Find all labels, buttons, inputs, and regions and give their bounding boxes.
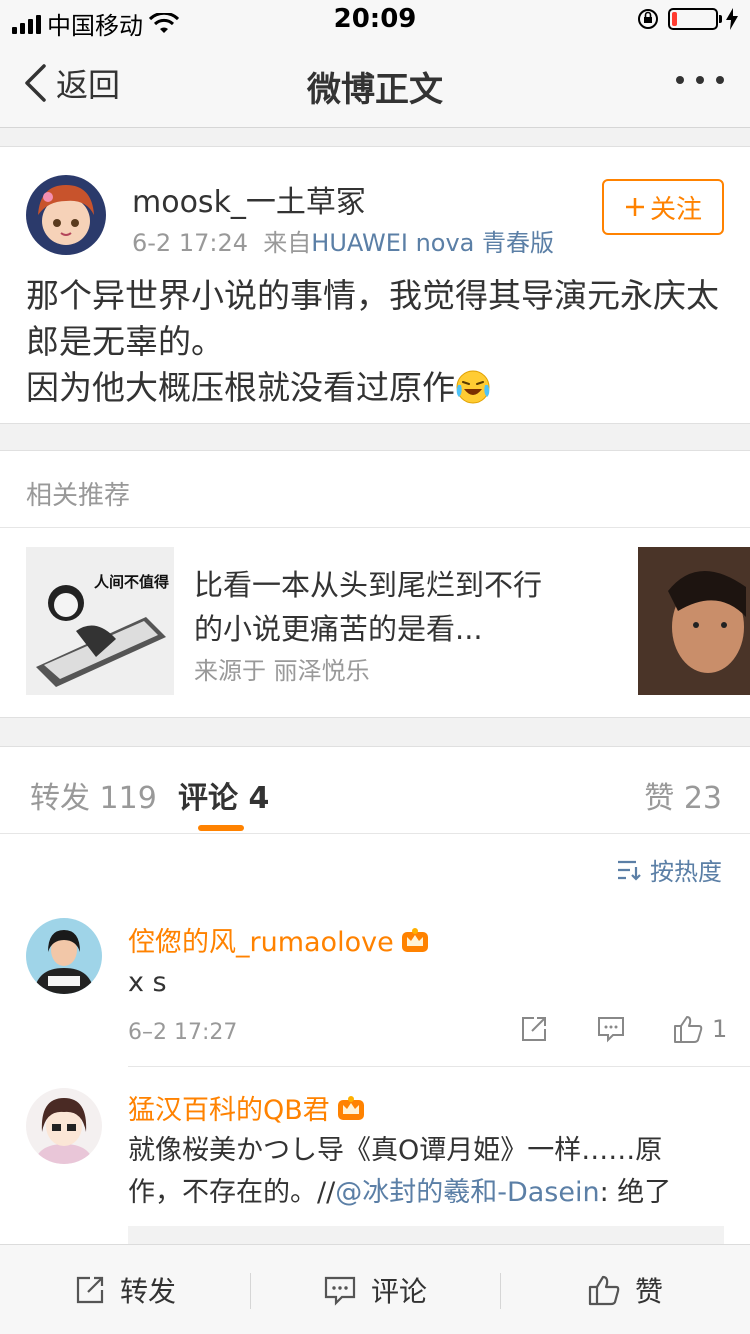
like-button[interactable]: 赞 xyxy=(500,1245,750,1334)
post-source[interactable]: HUAWEI nova 青春版 xyxy=(311,229,554,257)
comment-share-button[interactable] xyxy=(520,1015,548,1043)
comment-time: 6–2 17:27 xyxy=(128,1020,238,1045)
more-options-button[interactable] xyxy=(676,76,724,84)
post-text-line: 因为他大概压根就没看过原作 xyxy=(26,368,455,407)
more-dot-icon xyxy=(716,76,724,84)
thumb-caption: 人间不值得 xyxy=(94,573,169,591)
comment-text-prefix: 作，不存在的。// xyxy=(128,1177,336,1208)
repost-button[interactable]: 转发 xyxy=(0,1245,250,1334)
post-card: moosk_一土草冢 6-2 17:24 来自HUAWEI nova 青春版 关… xyxy=(0,146,750,424)
recommend-header: 相关推荐 xyxy=(26,481,131,511)
bottom-action-bar: 转发 评论 赞 xyxy=(0,1244,750,1334)
follow-label: 关注 xyxy=(649,194,702,225)
reply-preview-box[interactable] xyxy=(128,1226,724,1244)
battery-icon xyxy=(668,8,722,30)
share-icon xyxy=(76,1276,104,1304)
comment-reply-button[interactable] xyxy=(596,1015,626,1043)
author-name[interactable]: moosk_一土草冢 xyxy=(132,177,366,221)
tab-comment-count: 4 xyxy=(248,781,270,816)
tab-comment[interactable]: 评论 4 xyxy=(178,773,269,817)
status-bar: 中国移动 20:09 xyxy=(0,0,750,40)
thumbs-up-icon xyxy=(674,1016,703,1043)
commenter-name[interactable]: 猛汉百科的QB君 xyxy=(128,1088,366,1127)
comment-icon xyxy=(324,1276,356,1306)
divider xyxy=(0,527,750,528)
comment-text: x s xyxy=(128,967,167,998)
repost-label: 转发 xyxy=(119,1275,176,1308)
commenter-avatar[interactable] xyxy=(26,918,102,994)
recommend-source: 来源于 丽泽悦乐 xyxy=(194,651,370,686)
commenter-avatar[interactable] xyxy=(26,1088,102,1164)
tab-like-count: 23 xyxy=(683,781,722,816)
commenter-name-text: 倥偬的风_rumaolove xyxy=(128,927,394,958)
post-text-line: 那个异世界小说的事情，我觉得其导演元永庆太郎是无辜的。 xyxy=(26,276,719,361)
comment-list: 按热度 倥偬的风_rumaolove x s 6–2 17:27 1 猛汉百科的… xyxy=(0,834,750,1244)
comment-like-button[interactable]: 1 xyxy=(672,1014,727,1044)
post-content: 那个异世界小说的事情，我觉得其导演元永庆太郎是无辜的。 因为他大概压根就没看过原… xyxy=(26,273,726,411)
interaction-tabs: 转发 119 评论 4 赞 23 xyxy=(0,746,750,834)
battery-level xyxy=(672,12,677,26)
comment-icon xyxy=(598,1017,624,1043)
comment-text-suffix: : 绝了 xyxy=(599,1177,672,1208)
comment-text: 就像桜美かつし导《真O谭月姫》一样……原 作，不存在的。//@冰封的羲和-Das… xyxy=(128,1130,728,1214)
recommend-source-name: 丽泽悦乐 xyxy=(273,657,370,685)
active-tab-indicator xyxy=(198,825,244,831)
recommend-thumbnail[interactable]: 人间不值得 xyxy=(26,547,174,695)
crown-badge-icon xyxy=(337,1095,364,1120)
tab-like[interactable]: 赞 23 xyxy=(644,773,722,817)
post-text-line-2: 因为他大概压根就没看过原作 xyxy=(26,365,726,411)
sort-button[interactable]: 按热度 xyxy=(616,852,722,887)
comment-label: 评论 xyxy=(370,1275,427,1308)
author-avatar[interactable] xyxy=(26,175,106,255)
comment-like-count: 1 xyxy=(712,1015,728,1043)
recommend-source-prefix: 来源于 xyxy=(194,657,266,685)
page-title: 微博正文 xyxy=(307,70,443,110)
comment-actions: 1 xyxy=(520,1014,727,1044)
follow-button[interactable]: 关注 xyxy=(602,179,724,235)
tab-repost[interactable]: 转发 119 xyxy=(30,773,157,817)
sort-icon xyxy=(618,860,641,881)
commenter-name-text: 猛汉百科的QB君 xyxy=(128,1095,330,1126)
tab-comment-label: 评论 xyxy=(178,781,238,816)
commenter-name[interactable]: 倥偬的风_rumaolove xyxy=(128,920,430,959)
recommend-title[interactable]: 比看一本从头到尾烂到不行的小说更痛苦的是看... xyxy=(194,563,564,651)
orientation-lock-icon xyxy=(638,9,658,29)
more-dot-icon xyxy=(696,76,704,84)
recommend-next-thumbnail[interactable] xyxy=(638,547,750,695)
comment-button[interactable]: 评论 xyxy=(250,1245,500,1334)
nav-bar: 返回 微博正文 xyxy=(0,40,750,128)
status-right xyxy=(636,7,738,31)
share-icon xyxy=(522,1017,546,1041)
sort-label: 按热度 xyxy=(650,858,722,886)
like-label: 赞 xyxy=(634,1275,663,1308)
tab-like-label: 赞 xyxy=(644,781,675,816)
comment-text-line: 就像桜美かつし导《真O谭月姫》一样……原 xyxy=(128,1135,663,1166)
thumbs-up-icon xyxy=(588,1275,620,1306)
charging-bolt-icon xyxy=(726,8,738,30)
comment-divider xyxy=(128,1066,750,1067)
post-time: 6-2 17:24 xyxy=(132,229,248,257)
recommend-section: 相关推荐 人间不值得 比看一本从头到尾烂到不行的小说更痛苦的是看... 来源于 … xyxy=(0,450,750,718)
plus-icon xyxy=(625,198,644,216)
tab-repost-label: 转发 xyxy=(30,781,90,816)
comment-text-line-2: 作，不存在的。//@冰封的羲和-Dasein: 绝了 xyxy=(128,1172,728,1214)
mention-link[interactable]: @冰封的羲和-Dasein xyxy=(335,1177,599,1208)
laughing-crying-emoji-icon xyxy=(456,370,490,404)
post-source-prefix: 来自 xyxy=(263,229,312,257)
more-dot-icon xyxy=(676,76,684,84)
tab-repost-count: 119 xyxy=(99,781,157,816)
post-meta: 6-2 17:24 来自HUAWEI nova 青春版 xyxy=(132,223,554,258)
crown-badge-icon xyxy=(401,927,428,952)
